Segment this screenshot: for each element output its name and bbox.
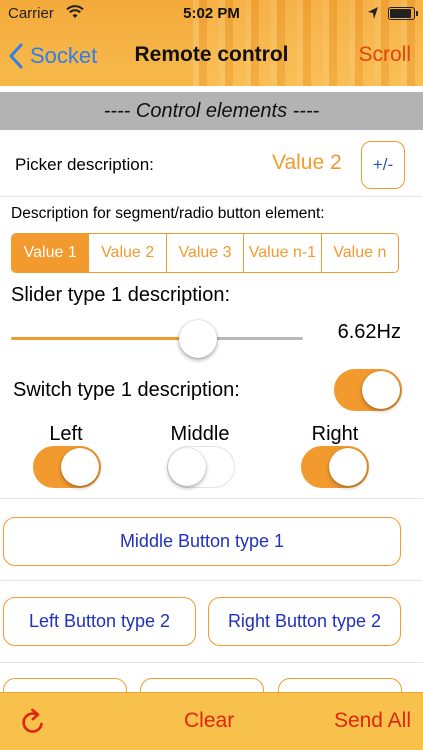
picker-value[interactable]: Value 2 xyxy=(272,151,342,175)
picker-label: Picker description: xyxy=(15,155,154,174)
switch-knob xyxy=(168,448,206,486)
segment-option[interactable]: Value 2 xyxy=(89,234,167,272)
switch-knob xyxy=(61,448,99,486)
battery-icon xyxy=(388,7,418,20)
switch-middle-toggle[interactable] xyxy=(167,446,235,488)
middle-button-type-1[interactable]: Middle Button type 1 xyxy=(3,517,401,566)
segment-option[interactable]: Value 1 xyxy=(12,234,90,272)
left-button-type-2[interactable]: Left Button type 2 xyxy=(3,597,196,646)
segment-option[interactable]: Value 3 xyxy=(167,234,245,272)
segmented-control: Value 1 Value 2 Value 3 Value n-1 Value … xyxy=(11,233,399,273)
switch-knob xyxy=(362,371,400,409)
switch-caption-left: Left xyxy=(49,423,83,445)
switch-caption-right: Right xyxy=(311,423,359,445)
segment-option[interactable]: Value n xyxy=(322,234,398,272)
switch-main-toggle[interactable] xyxy=(334,369,402,411)
scroll-button[interactable]: Scroll xyxy=(358,43,411,67)
refresh-icon[interactable] xyxy=(18,707,48,737)
slider-label: Slider type 1 description: xyxy=(11,284,231,306)
clock: 5:02 PM xyxy=(183,5,240,22)
switch-right-toggle[interactable] xyxy=(301,446,369,488)
slider-thumb[interactable] xyxy=(178,320,217,358)
switch-caption-middle: Middle xyxy=(170,423,230,445)
divider xyxy=(0,662,423,663)
section-header: ---- Control elements ---- xyxy=(0,92,423,130)
slider-value: 6.62Hz xyxy=(337,321,401,343)
divider xyxy=(0,580,423,581)
send-all-button[interactable]: Send All xyxy=(334,709,411,733)
segment-description: Description for segment/radio button ele… xyxy=(11,205,325,222)
divider xyxy=(0,498,423,499)
switch-knob xyxy=(329,448,367,486)
divider xyxy=(0,196,423,197)
top-bar: Carrier 5:02 PM Socket Remote control Sc… xyxy=(0,0,423,86)
bottom-toolbar: Clear Send All xyxy=(0,692,423,750)
slider-fill xyxy=(11,337,198,340)
navigation-bar: Socket Remote control Scroll xyxy=(0,28,423,86)
picker-toggle-button[interactable]: +/- xyxy=(361,141,405,189)
status-bar: Carrier 5:02 PM xyxy=(0,0,423,28)
switch-label: Switch type 1 description: xyxy=(13,379,240,401)
segment-option[interactable]: Value n-1 xyxy=(244,234,322,272)
right-button-type-2[interactable]: Right Button type 2 xyxy=(208,597,401,646)
location-arrow-icon xyxy=(368,7,378,19)
switch-left-toggle[interactable] xyxy=(33,446,101,488)
clear-button[interactable]: Clear xyxy=(184,709,234,733)
slider-track[interactable] xyxy=(11,337,303,340)
